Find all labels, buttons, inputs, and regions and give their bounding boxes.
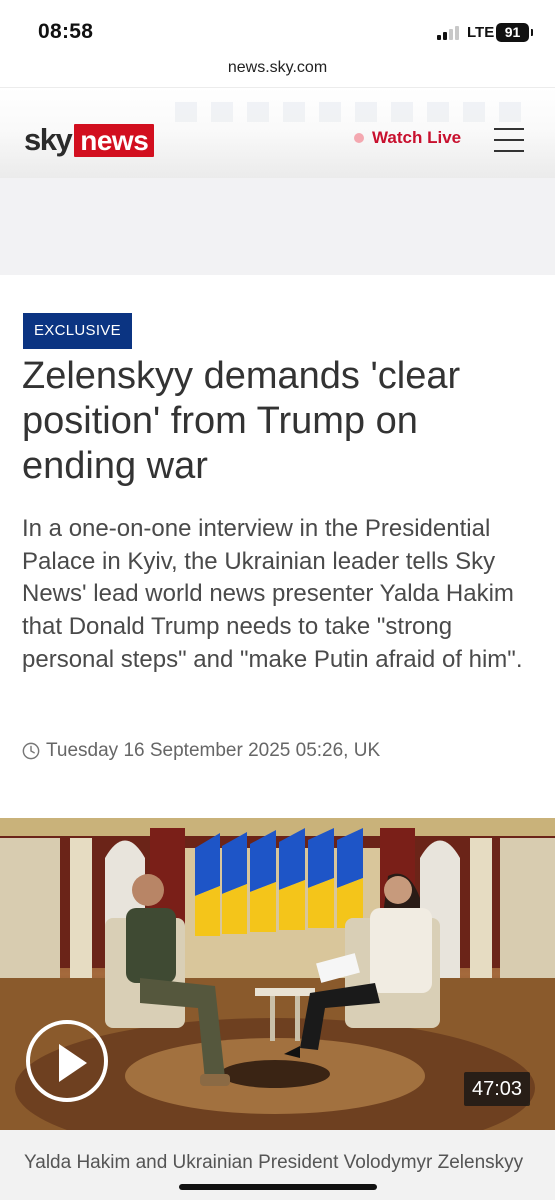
ad-placeholder <box>0 178 555 275</box>
status-time: 08:58 <box>38 20 94 43</box>
article-timestamp: Tuesday 16 September 2025 05:26, UK <box>22 740 380 762</box>
exclusive-badge: EXCLUSIVE <box>23 313 132 349</box>
status-bar: 08:58 LTE 91 <box>0 0 555 56</box>
watch-live-button[interactable]: Watch Live <box>354 128 461 148</box>
signal-strength-icon <box>437 25 463 40</box>
play-button[interactable] <box>26 1020 108 1102</box>
video-player[interactable]: 47:03 <box>0 818 555 1130</box>
network-type: LTE <box>467 24 495 41</box>
watch-live-label: Watch Live <box>372 128 462 147</box>
article-standfirst: In a one-on-one interview in the Preside… <box>22 515 523 673</box>
logo-news-text: news <box>74 123 155 157</box>
site-header: sky news Watch Live <box>0 88 555 178</box>
logo-sky-text: sky <box>24 122 73 157</box>
address-bar[interactable]: news.sky.com <box>0 56 555 88</box>
hamburger-menu-icon[interactable] <box>494 128 524 152</box>
header-pattern <box>175 102 525 122</box>
article-headline: Zelenskyy demands 'clear position' from … <box>22 355 461 487</box>
video-duration: 47:03 <box>464 1072 531 1106</box>
live-dot-icon <box>354 133 364 143</box>
timestamp-text: Tuesday 16 September 2025 05:26, UK <box>46 740 381 761</box>
sky-news-logo[interactable]: sky news <box>24 122 155 158</box>
home-indicator <box>179 1184 377 1190</box>
clock-icon <box>22 742 40 760</box>
battery-icon: 91 <box>496 23 533 42</box>
